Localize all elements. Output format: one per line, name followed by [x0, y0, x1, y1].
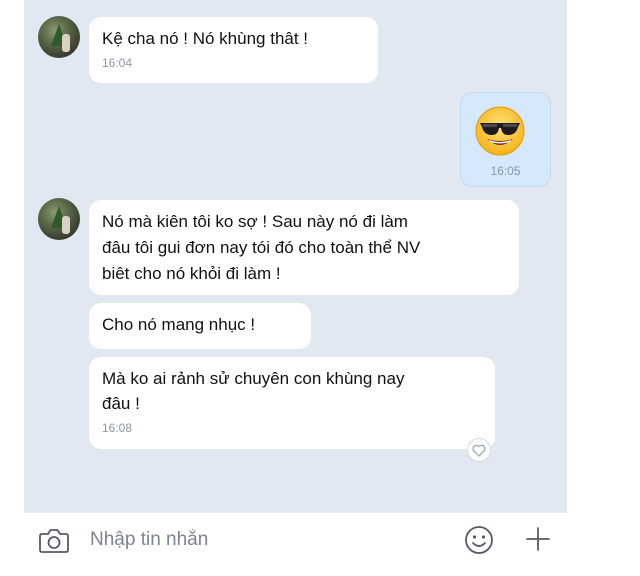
heart-icon	[472, 444, 486, 457]
my-message-bubble[interactable]: 16:05	[460, 92, 551, 187]
message-bubble[interactable]: Kệ cha nó ! Nó khùng thât ! 16:04	[89, 17, 378, 83]
message-time: 16:08	[102, 421, 133, 435]
heart-reaction-button[interactable]	[467, 438, 491, 462]
avatar-person-graphic	[62, 216, 70, 234]
message-bubble[interactable]: Mà ko ai rảnh sử chuyên con khùng nay đâ…	[89, 357, 495, 449]
message-text: Mà ko ai rảnh sử chuyên con khùng nay đâ…	[102, 369, 405, 413]
avatar[interactable]	[38, 198, 80, 240]
smiley-icon[interactable]	[464, 525, 494, 555]
message-text: Nó mà kiên tôi ko sợ ! Sau này nó đi làm…	[102, 212, 421, 283]
plus-icon[interactable]	[524, 525, 552, 553]
message-time: 16:05	[490, 164, 521, 178]
message-time: 16:04	[102, 56, 133, 70]
avatar-person-graphic	[62, 34, 70, 52]
message-text: Kệ cha nó ! Nó khùng thât !	[102, 29, 309, 48]
message-bubble[interactable]: Nó mà kiên tôi ko sợ ! Sau này nó đi làm…	[89, 200, 519, 295]
message-composer	[24, 512, 567, 568]
message-text: Cho nó mang nhục !	[102, 315, 256, 334]
message-input[interactable]	[90, 527, 450, 553]
message-bubble[interactable]: Cho nó mang nhục !	[89, 303, 311, 349]
camera-icon[interactable]	[38, 525, 70, 555]
sunglasses-emoji-icon	[475, 106, 525, 156]
avatar[interactable]	[38, 16, 80, 58]
